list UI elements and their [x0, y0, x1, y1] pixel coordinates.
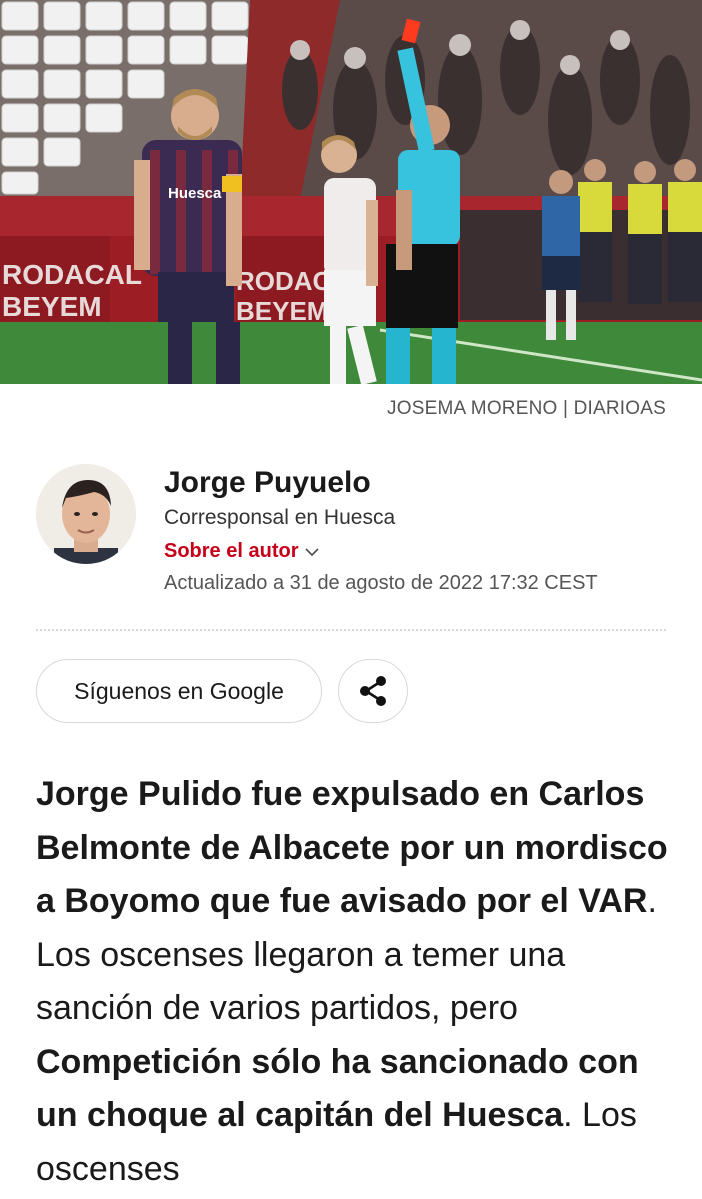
about-author-toggle[interactable]: Sobre el autor: [164, 540, 320, 563]
banner-right-line2: BEYEM: [236, 296, 328, 326]
divider: [36, 629, 666, 631]
author-name[interactable]: Jorge Puyuelo: [164, 466, 371, 500]
photo-credit: JOSEMA MORENO | DIARIOAS: [387, 398, 666, 419]
share-icon: [360, 676, 386, 706]
hero-photo: RODACAL BEYEM RODACAL BEYEM Huesca: [0, 0, 702, 384]
author-block: Jorge Puyuelo Corresponsal en Huesca Sob…: [36, 464, 666, 574]
highlight-sanction: Competición sólo ha sancionado con un ch…: [36, 1042, 639, 1135]
follow-google-button[interactable]: Síguenos en Google: [36, 659, 322, 723]
author-role: Corresponsal en Huesca: [164, 506, 396, 529]
author-avatar[interactable]: [36, 464, 136, 564]
chevron-down-icon: [305, 547, 320, 556]
banner-left-line2: BEYEM: [2, 291, 102, 322]
updated-timestamp: Actualizado a 31 de agosto de 2022 17:32…: [164, 572, 598, 594]
article-paragraph: Jorge Pulido fue expulsado en Carlos Bel…: [36, 768, 676, 1196]
follow-google-label: Síguenos en Google: [74, 677, 284, 704]
banner-left-line1: RODACAL: [2, 259, 142, 290]
share-button[interactable]: [338, 659, 408, 723]
shirt-sponsor: Huesca: [168, 185, 222, 202]
about-author-label: Sobre el autor: [164, 540, 299, 562]
highlight-expulsion: Jorge Pulido fue expulsado en Carlos Bel…: [36, 775, 668, 920]
